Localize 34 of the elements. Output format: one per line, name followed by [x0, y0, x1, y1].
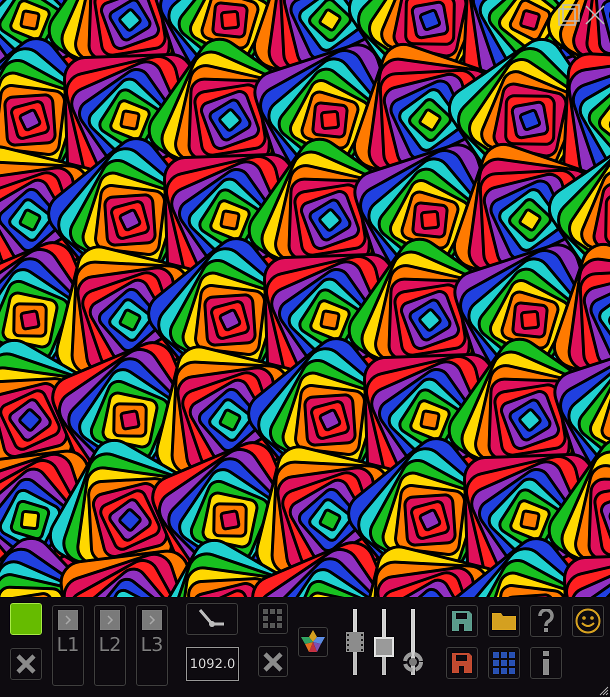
folder-icon: [491, 610, 517, 632]
close-icon: [15, 653, 37, 675]
clear-button[interactable]: [10, 648, 42, 680]
clear-button[interactable]: [258, 646, 288, 677]
clock-hands-icon: [197, 608, 227, 630]
question-mark-icon: [537, 609, 555, 633]
help-button[interactable]: [530, 605, 562, 637]
grid-icon: [493, 652, 515, 674]
window-restore-icon[interactable]: [558, 4, 580, 26]
slider-thumb[interactable]: [344, 631, 366, 653]
color-swatch[interactable]: [10, 603, 42, 635]
resize-grip-icon[interactable]: [597, 684, 609, 696]
star-button[interactable]: [298, 627, 328, 657]
layer-button[interactable]: L2: [94, 605, 126, 686]
grid-button[interactable]: [488, 647, 520, 679]
save-button[interactable]: [446, 647, 478, 679]
clock-button[interactable]: [186, 603, 238, 635]
smiley-face-icon: [575, 608, 601, 634]
save-button[interactable]: [446, 605, 478, 637]
chevron-icon: [142, 610, 162, 630]
layer-button[interactable]: L1: [52, 605, 84, 686]
info-icon: [540, 651, 552, 675]
smiley-button[interactable]: [572, 605, 604, 637]
grid-button[interactable]: [258, 603, 288, 634]
close-icon: [262, 650, 284, 672]
star-icon: [300, 629, 326, 655]
value-field[interactable]: 1092.0: [186, 647, 239, 681]
layer-button[interactable]: L3: [136, 605, 168, 686]
open-button[interactable]: [488, 605, 520, 637]
chevron-icon: [100, 610, 120, 630]
chevron-icon: [58, 610, 78, 630]
grid-icon: [263, 608, 283, 628]
close-icon[interactable]: [584, 4, 606, 26]
info-button[interactable]: [530, 647, 562, 679]
